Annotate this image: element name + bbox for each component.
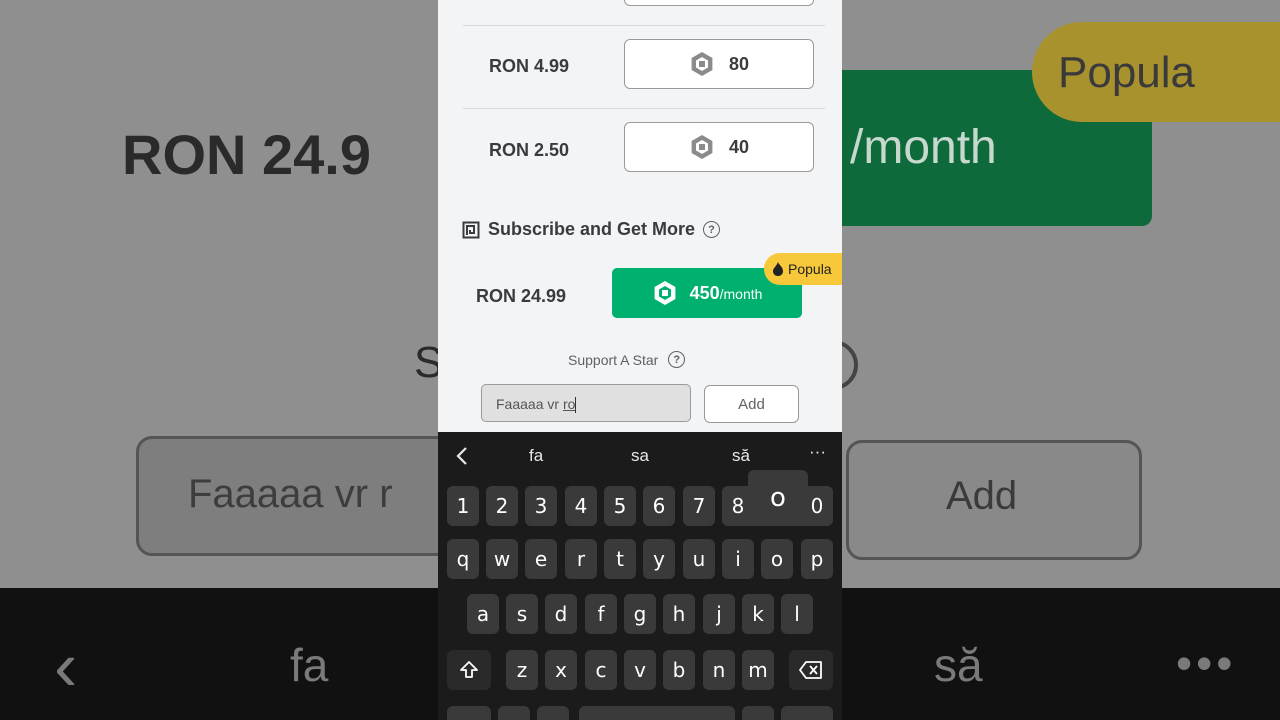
comma-key[interactable] [537, 706, 569, 720]
bg-per-month: /month [850, 121, 997, 174]
key-y[interactable]: y [643, 539, 675, 579]
key-p[interactable]: p [801, 539, 833, 579]
bg-suggestion: să [934, 639, 983, 691]
key-w[interactable]: w [486, 539, 518, 579]
subscribe-price: RON 24.99 [476, 286, 567, 306]
key-k[interactable]: k [742, 594, 774, 634]
add-button[interactable]: Add [704, 385, 799, 423]
popular-badge-label: Popula [788, 261, 832, 277]
bg-badge-label: Popula [1058, 48, 1196, 97]
key-r[interactable]: r [565, 539, 597, 579]
key-m[interactable]: m [742, 650, 774, 690]
chevron-left-icon[interactable] [455, 446, 469, 466]
on-screen-keyboard: fa sa să ··· 1 2 3 4 5 6 7 8 9 0 q w e r… [438, 432, 842, 720]
key-press-popup: o [748, 470, 808, 526]
enter-key[interactable] [781, 706, 833, 720]
robux-package-button[interactable]: 40 [624, 122, 814, 172]
period-key[interactable] [742, 706, 774, 720]
divider [463, 25, 825, 26]
key-v[interactable]: v [624, 650, 656, 690]
subscribe-period: /month [719, 285, 763, 302]
symbols-key[interactable] [447, 706, 491, 720]
subscribe-heading: Subscribe and Get More ? [462, 219, 721, 240]
flame-icon [773, 262, 783, 276]
language-key[interactable] [498, 706, 530, 720]
backspace-icon [799, 661, 822, 679]
help-icon[interactable]: ? [703, 221, 721, 238]
key-u[interactable]: u [683, 539, 715, 579]
suggestion-item[interactable]: să [732, 446, 750, 466]
key-c[interactable]: c [585, 650, 617, 690]
suggestion-item[interactable]: sa [631, 446, 649, 466]
key-6[interactable]: 6 [643, 486, 675, 526]
key-3[interactable]: 3 [525, 486, 557, 526]
support-star-label: Support A Star ? [568, 351, 686, 368]
key-a[interactable]: a [467, 594, 499, 634]
key-s[interactable]: s [506, 594, 538, 634]
key-l[interactable]: l [781, 594, 813, 634]
space-key[interactable] [579, 706, 735, 720]
key-1[interactable]: 1 [447, 486, 479, 526]
key-x[interactable]: x [545, 650, 577, 690]
key-7[interactable]: 7 [683, 486, 715, 526]
key-g[interactable]: g [624, 594, 656, 634]
bg-add-label: Add [946, 474, 1018, 518]
key-4[interactable]: 4 [565, 486, 597, 526]
robux-amount: 40 [728, 136, 750, 157]
bg-chevron-left-icon: ‹ [54, 627, 78, 705]
robux-amount: 80 [728, 53, 750, 74]
bg-suggestion: fa [290, 639, 329, 691]
key-h[interactable]: h [663, 594, 695, 634]
key-b[interactable]: b [663, 650, 695, 690]
shift-key[interactable] [447, 650, 491, 690]
bg-more-icon: ••• [1176, 637, 1237, 689]
key-j[interactable]: j [703, 594, 735, 634]
key-e[interactable]: e [525, 539, 557, 579]
suggestion-item[interactable]: fa [529, 446, 543, 466]
key-q[interactable]: q [447, 539, 479, 579]
package-price: RON 2.50 [489, 140, 570, 160]
key-i[interactable]: i [722, 539, 754, 579]
input-text: Faaaaa vr [496, 396, 563, 412]
key-f[interactable]: f [585, 594, 617, 634]
robux-package-button[interactable]: 80 [624, 39, 814, 89]
more-options-icon[interactable]: ··· [809, 442, 826, 462]
package-price: RON 4.99 [489, 56, 570, 76]
key-2[interactable]: 2 [486, 486, 518, 526]
help-icon[interactable]: ? [668, 351, 686, 368]
backspace-key[interactable] [789, 650, 833, 690]
key-z[interactable]: z [506, 650, 538, 690]
key-t[interactable]: t [604, 539, 636, 579]
support-star-text: Support A Star [568, 351, 659, 368]
shift-icon [460, 661, 478, 678]
robux-icon [654, 281, 675, 305]
robux-package-button[interactable] [624, 0, 814, 6]
robux-icon [691, 52, 713, 76]
premium-icon [462, 221, 480, 238]
phone-screen: RON 4.99 80 RON 2.50 40 Subscribe and Ge… [438, 0, 842, 720]
popular-badge: Popula [764, 253, 842, 285]
subscribe-title: Subscribe and Get More [488, 219, 696, 239]
input-composing-text: ro [562, 396, 576, 412]
robux-icon [691, 135, 713, 159]
key-5[interactable]: 5 [604, 486, 636, 526]
key-o[interactable]: o [761, 539, 793, 579]
subscribe-robux: 450 [689, 282, 720, 303]
bg-input-text: Faaaaa vr r [188, 472, 393, 516]
star-code-input[interactable]: Faaaaa vr ro [481, 384, 691, 422]
text-cursor [575, 397, 577, 414]
key-d[interactable]: d [545, 594, 577, 634]
bg-price: RON 24.9 [122, 123, 371, 186]
key-n[interactable]: n [703, 650, 735, 690]
divider [463, 108, 825, 109]
